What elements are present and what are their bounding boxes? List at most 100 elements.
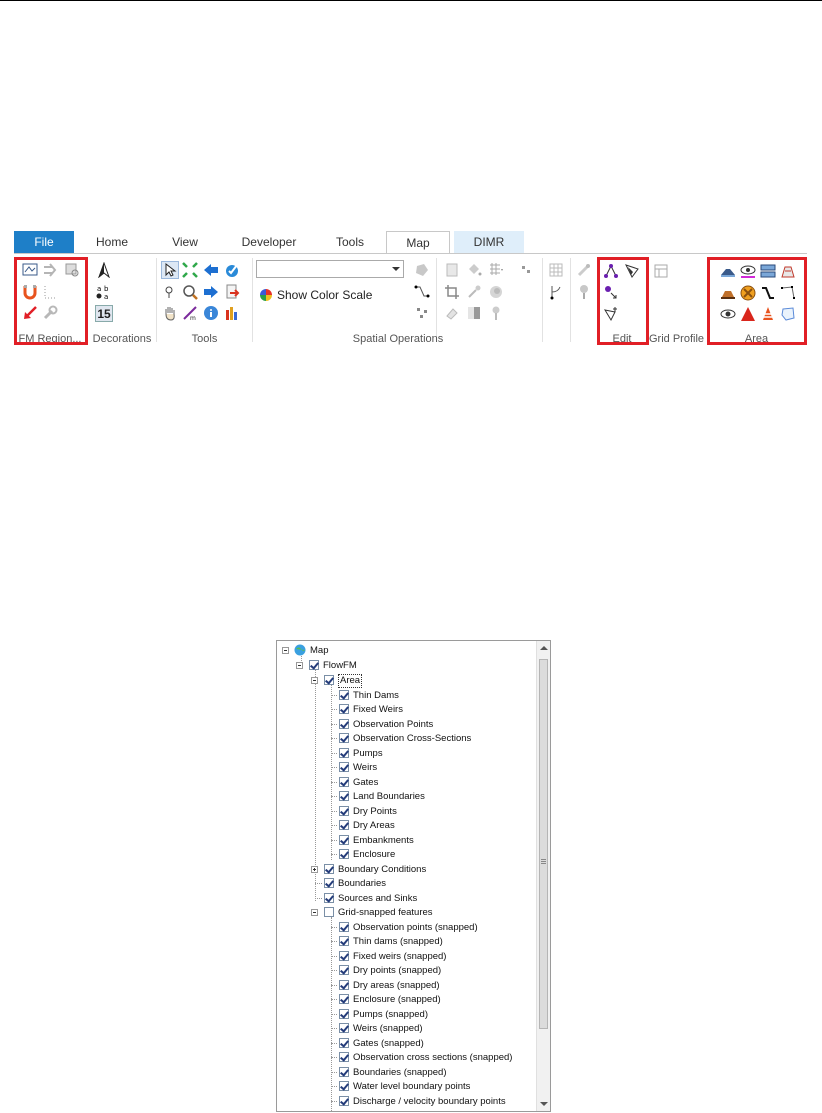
layer-checkbox[interactable] [339,704,349,714]
calendar-date-icon[interactable]: 15 [95,305,113,322]
layer-checkbox[interactable] [339,733,349,743]
layer-checkbox[interactable] [324,864,334,874]
coverage-dropdown[interactable] [256,260,404,278]
tree-leaf[interactable]: Embankments [331,834,529,848]
layer-checkbox[interactable] [339,980,349,990]
tree-node-sources-sinks[interactable]: Sources and Sinks [311,892,511,906]
scroll-up-icon[interactable] [540,646,548,650]
expand-icon[interactable] [311,866,318,873]
collapse-icon[interactable] [311,677,318,684]
eraser-icon[interactable] [444,305,460,321]
collapse-icon[interactable] [296,662,303,669]
tree-leaf[interactable]: Thin dams (snapped) [331,935,529,949]
tree-leaf[interactable]: Land Boundaries [331,790,529,804]
points-icon[interactable] [414,305,430,321]
grid-snapped-checkbox[interactable] [324,907,334,917]
tree-leaf[interactable]: Gates (snapped) [331,1037,529,1051]
grid-dropdown-icon[interactable] [488,262,504,278]
layer-checkbox[interactable] [339,1052,349,1062]
layer-checkbox[interactable] [339,849,349,859]
polygon-shape-icon[interactable] [414,262,430,278]
crop-icon[interactable] [444,284,460,300]
layer-checkbox[interactable] [339,748,349,758]
tree-node-map[interactable]: Map [281,644,481,658]
layer-checkbox[interactable] [339,922,349,932]
scatter-points-icon[interactable] [518,262,534,278]
tree-leaf[interactable]: Gates [331,776,529,790]
tree-leaf[interactable]: Observation Points [331,718,529,732]
tab-dimr[interactable]: DIMR [454,231,524,253]
layer-checkbox[interactable] [339,835,349,845]
tree-leaf[interactable]: Enclosure (snapped) [331,993,529,1007]
tab-developer[interactable]: Developer [229,231,309,253]
tree-node-flowfm[interactable]: FlowFM [295,659,495,673]
tab-home[interactable]: Home [86,231,138,253]
scroll-down-icon[interactable] [540,1102,548,1106]
flowfm-checkbox[interactable] [309,660,319,670]
probe-icon[interactable] [576,262,592,278]
tree-scrollbar[interactable] [536,641,550,1111]
layer-checkbox[interactable] [339,1023,349,1033]
layer-checkbox[interactable] [339,690,349,700]
tree-leaf[interactable]: Water level boundary points [331,1080,529,1094]
tree-leaf[interactable]: Observation Cross-Sections [331,732,529,746]
tree-node-boundary-conditions[interactable]: Boundary Conditions [311,863,511,877]
branch-icon[interactable] [548,284,564,300]
tree-leaf[interactable]: Fixed Weirs [331,703,529,717]
show-color-scale-button[interactable]: Show Color Scale [277,288,372,302]
collapse-icon[interactable] [282,647,289,654]
layer-checkbox[interactable] [339,965,349,975]
tree-node-grid-snapped[interactable]: Grid-snapped features [311,906,511,920]
grid-profile-icon[interactable] [653,263,669,279]
tree-leaf[interactable]: Dry points (snapped) [331,964,529,978]
layer-checkbox[interactable] [339,1009,349,1019]
map-layer-tree[interactable]: Map FlowFM Area Thin Dams Fixed Weirs Ob… [276,640,551,1112]
contour-icon[interactable] [488,284,504,300]
tree-leaf[interactable]: Weirs [331,761,529,775]
layer-checkbox[interactable] [339,791,349,801]
export-map-icon[interactable] [224,284,240,300]
tree-leaf[interactable]: Discharge / velocity boundary points [331,1095,529,1109]
layer-checkbox[interactable] [339,719,349,729]
tree-leaf[interactable]: Enclosure [331,848,529,862]
bar-chart-icon[interactable] [224,305,240,321]
grid-cells-icon[interactable] [548,262,564,278]
next-extent-icon[interactable] [203,284,219,300]
tree-leaf[interactable]: Boundaries (snapped) [331,1066,529,1080]
layer-checkbox[interactable] [339,777,349,787]
area-checkbox[interactable] [324,675,334,685]
tree-leaf[interactable]: Pumps (snapped) [331,1008,529,1022]
north-arrow-icon[interactable] [96,262,112,278]
tab-view[interactable]: View [164,231,206,253]
tree-leaf[interactable]: Observation points (snapped) [331,921,529,935]
tree-leaf[interactable]: Dry Points [331,805,529,819]
tree-leaf[interactable]: Weirs (snapped) [331,1022,529,1036]
eyedropper-icon[interactable] [466,284,482,300]
tab-file[interactable]: File [14,231,74,253]
color-wheel-icon[interactable] [258,287,274,303]
layer-checkbox[interactable] [339,951,349,961]
import-samples-icon[interactable] [444,262,460,278]
pan-hand-icon[interactable] [162,305,178,321]
layer-checkbox[interactable] [339,936,349,946]
layer-checkbox[interactable] [324,893,334,903]
layer-checkbox[interactable] [339,1081,349,1091]
previous-extent-icon[interactable] [203,262,219,278]
layer-checkbox[interactable] [339,1096,349,1106]
tree-leaf[interactable]: Fixed weirs (snapped) [331,950,529,964]
select-pointer-icon[interactable] [161,261,179,279]
info-icon[interactable] [203,305,219,321]
tree-leaf[interactable]: Thin Dams [331,689,529,703]
gradient-icon[interactable] [466,305,482,321]
globe-check-icon[interactable] [224,262,240,278]
scroll-thumb[interactable] [539,659,548,1029]
location-pin-icon[interactable] [576,284,592,300]
tree-leaf[interactable]: Pumps [331,747,529,761]
tree-leaf[interactable]: Dry Areas [331,819,529,833]
tab-map[interactable]: Map [386,231,450,254]
layer-checkbox[interactable] [339,820,349,830]
tab-tools[interactable]: Tools [326,231,374,253]
collapse-icon[interactable] [311,909,318,916]
layer-checkbox[interactable] [339,806,349,816]
marker-pin-icon[interactable] [488,305,504,321]
